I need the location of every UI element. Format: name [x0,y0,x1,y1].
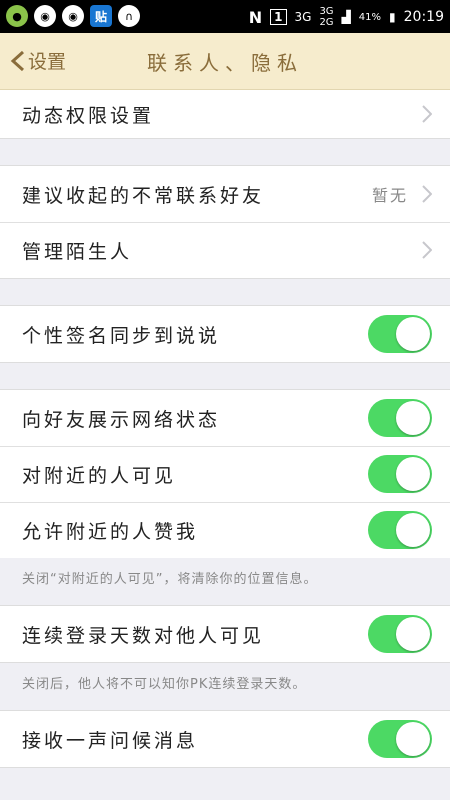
chevron-right-icon [422,185,432,203]
row-visible-to-nearby: 对附近的人可见 [0,446,450,502]
chevron-right-icon [422,105,432,123]
section-note: 关闭“对附近的人可见”，将清除你的位置信息。 [22,572,318,587]
row-dynamic-permission[interactable]: 动态权限设置 [0,90,450,138]
nav-bar: 设置 联系人、隐私 [0,33,450,90]
signal-icon: ▟ [341,10,351,24]
network-3g-a: 3G [294,10,312,24]
nfc-icon: N [248,7,263,27]
app-icon: ● [6,5,28,27]
status-bar: ● ◉ ◉ 贴 ∩ N 1 3G 3G 2G ▟ 41% ▮ 20:19 [0,0,450,33]
wechat-icon: ◉ [34,5,56,27]
greeting-toggle[interactable] [368,720,432,758]
network-status-toggle[interactable] [368,399,432,437]
row-manage-strangers[interactable]: 管理陌生人 [0,222,450,278]
signature-sync-toggle[interactable] [368,315,432,353]
section-note: 关闭后，他人将不可以知你PK连续登录天数。 [22,677,307,692]
clock: 20:19 [403,9,444,25]
settings-list: 动态权限设置 建议收起的不常联系好友 暂无 管理陌生人 个性签名同步到说说 向好… [0,90,450,768]
wechat-icon: ◉ [62,5,84,27]
row-suggest-hide-friends[interactable]: 建议收起的不常联系好友 暂无 [0,166,450,222]
sim-indicator: 1 [270,9,287,25]
row-login-days-visible: 连续登录天数对他人可见 [0,606,450,662]
row-receive-greeting: 接收一声问候消息 [0,711,450,767]
page-title: 联系人、隐私 [147,51,303,75]
section-presence: 向好友展示网络状态 对附近的人可见 允许附近的人赞我 [0,389,450,558]
nearby-like-toggle[interactable] [368,511,432,549]
row-signature-sync: 个性签名同步到说说 [0,306,450,362]
row-show-network-status: 向好友展示网络状态 [0,390,450,446]
tieba-icon: 贴 [90,5,112,27]
headphone-icon: ∩ [118,5,140,27]
visible-nearby-toggle[interactable] [368,455,432,493]
battery-level: 41% [358,11,382,23]
row-allow-nearby-like: 允许附近的人赞我 [0,502,450,558]
section-signature: 个性签名同步到说说 [0,305,450,363]
section-greeting: 接收一声问候消息 [0,710,450,768]
battery-icon: ▮ [389,10,396,24]
chevron-right-icon [422,241,432,259]
row-value: 暂无 [371,186,408,205]
section-login-days: 连续登录天数对他人可见 [0,605,450,663]
section-contacts: 建议收起的不常联系好友 暂无 管理陌生人 [0,165,450,279]
login-days-toggle[interactable] [368,615,432,653]
network-stack: 3G 2G [319,6,334,28]
section-permissions: 动态权限设置 [0,90,450,139]
